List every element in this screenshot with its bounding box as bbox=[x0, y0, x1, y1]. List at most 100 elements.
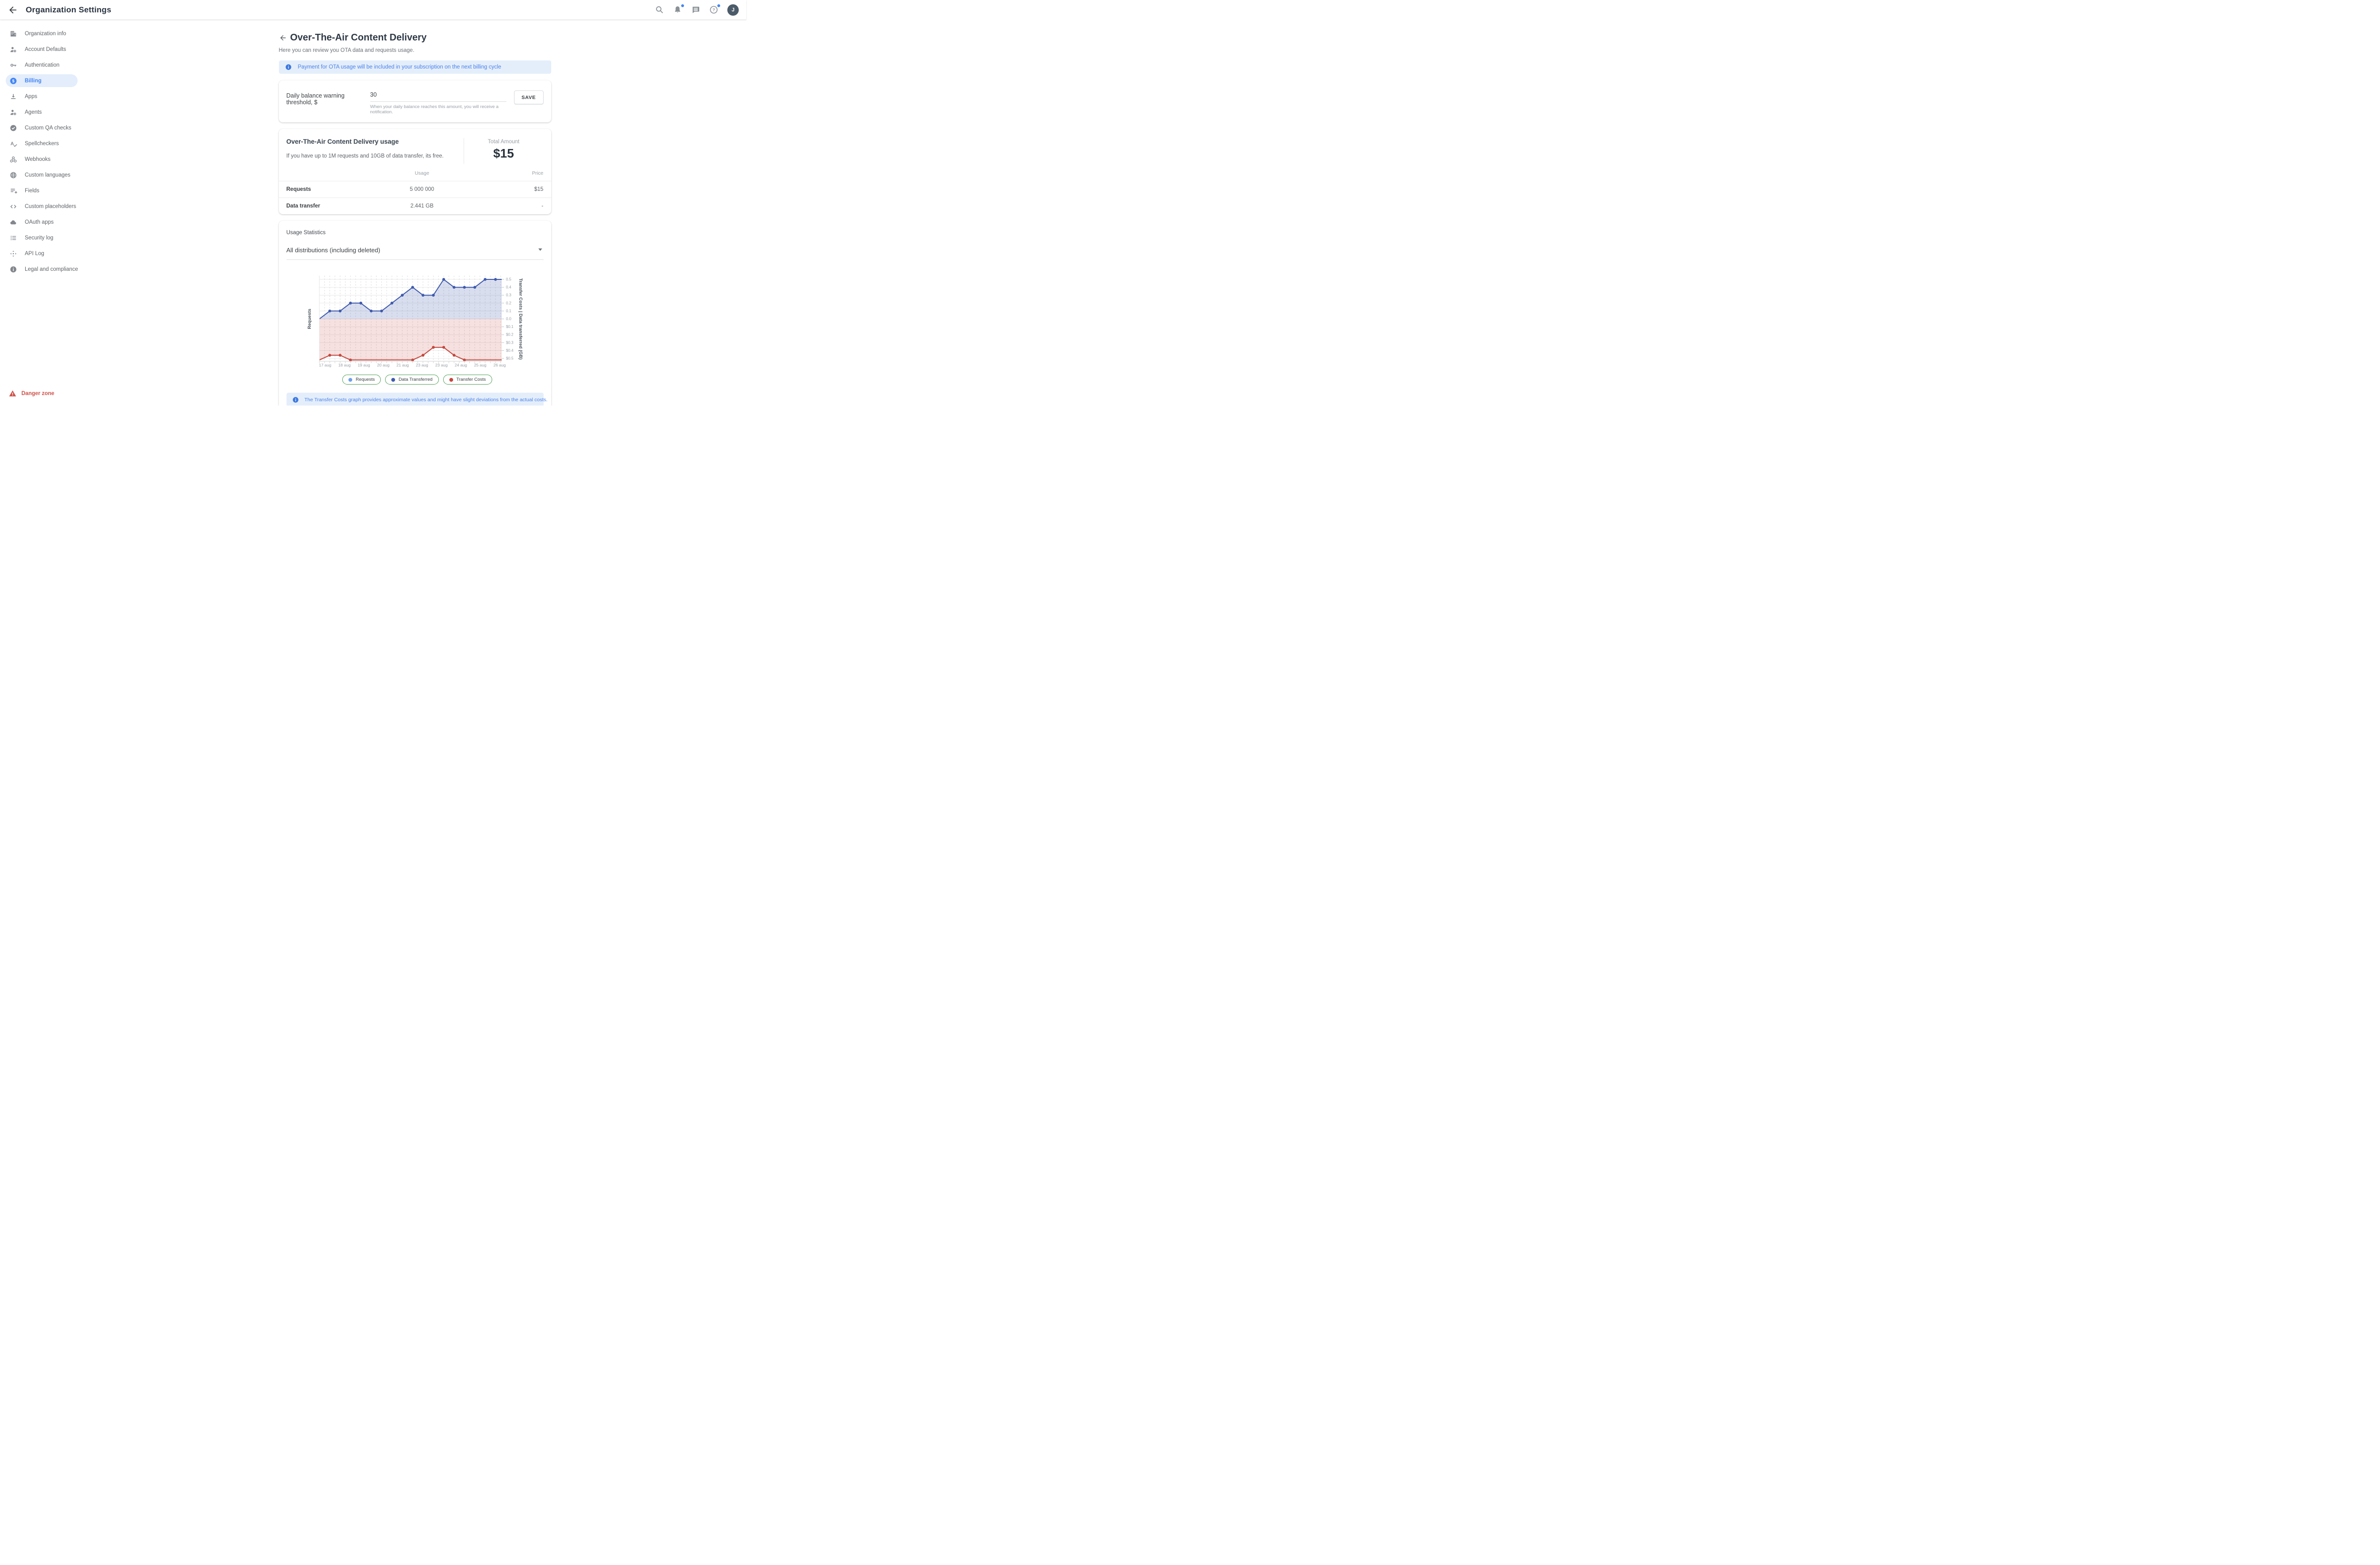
sidebar-item-label: Fields bbox=[25, 188, 40, 194]
sidebar-item-fields[interactable]: Fields bbox=[6, 184, 78, 197]
distribution-select[interactable]: All distributions (including deleted) bbox=[287, 246, 544, 260]
threshold-input[interactable] bbox=[370, 90, 506, 102]
usage-table-row-data-transfer: Data transfer2.441 GB- bbox=[279, 198, 551, 214]
sidebar-item-organization-info[interactable]: Organization info bbox=[6, 27, 78, 40]
sidebar: Organization info Account Defaults Authent… bbox=[0, 20, 83, 406]
sidebar-item-billing[interactable]: $Billing bbox=[6, 74, 78, 87]
legend-dot bbox=[348, 378, 352, 382]
svg-text:0.5: 0.5 bbox=[506, 277, 512, 282]
row-name: Data transfer bbox=[287, 203, 358, 209]
check-circle-icon bbox=[10, 124, 17, 132]
sidebar-item-label: Legal and compliance bbox=[25, 267, 78, 272]
legend-toggle-requests[interactable]: Requests bbox=[342, 375, 381, 385]
back-arrow-icon[interactable] bbox=[8, 5, 18, 15]
page-back-arrow-icon[interactable] bbox=[279, 34, 287, 42]
save-button[interactable]: SAVE bbox=[514, 90, 544, 104]
api-icon bbox=[10, 250, 17, 258]
sidebar-item-security-log[interactable]: Security log bbox=[6, 231, 78, 244]
legend-toggle-transfer-costs[interactable]: Transfer Costs bbox=[443, 375, 492, 385]
sidebar-item-label: Custom languages bbox=[25, 172, 70, 178]
row-name: Requests bbox=[287, 187, 358, 192]
chevron-down-icon bbox=[538, 248, 542, 251]
row-price: $15 bbox=[486, 187, 544, 192]
building-icon bbox=[10, 30, 17, 38]
threshold-input-wrap: When your daily balance reaches this amo… bbox=[370, 90, 506, 115]
svg-text:17 aug: 17 aug bbox=[318, 363, 331, 367]
total-amount-value: $15 bbox=[493, 146, 514, 161]
legend-dot bbox=[449, 378, 453, 382]
sidebar-item-apps[interactable]: Apps bbox=[6, 90, 78, 103]
sidebar-item-label: Billing bbox=[25, 78, 41, 84]
help-badge bbox=[717, 4, 721, 8]
help-icon[interactable]: ? bbox=[709, 5, 718, 14]
page-header: Over-The-Air Content Delivery bbox=[279, 32, 551, 43]
sidebar-item-custom-qa-checks[interactable]: Custom QA checks bbox=[6, 121, 78, 134]
sidebar-item-webhooks[interactable]: Webhooks bbox=[6, 153, 78, 166]
payment-info-text: Payment for OTA usage will be included i… bbox=[298, 64, 501, 70]
svg-text:A: A bbox=[10, 141, 14, 147]
usage-table-body: Requests5 000 000$15 Data transfer2.441 G… bbox=[279, 181, 551, 214]
transfer-costs-note-text: The Transfer Costs graph provides approx… bbox=[305, 397, 548, 403]
svg-text:Requests: Requests bbox=[307, 309, 312, 329]
chat-icon[interactable] bbox=[691, 5, 700, 14]
svg-text:$0.2: $0.2 bbox=[506, 333, 514, 337]
webhook-icon bbox=[10, 156, 17, 163]
svg-text:0.4: 0.4 bbox=[506, 285, 512, 289]
svg-text:0.2: 0.2 bbox=[506, 301, 512, 305]
legend-dot bbox=[391, 378, 395, 382]
info-icon bbox=[292, 396, 299, 403]
sidebar-item-agents[interactable]: Agents bbox=[6, 106, 78, 119]
legend-label: Data Transferred bbox=[398, 377, 432, 382]
danger-zone-button[interactable]: Danger zone bbox=[9, 389, 54, 397]
danger-zone-label: Danger zone bbox=[21, 391, 54, 396]
svg-text:$0.3: $0.3 bbox=[506, 340, 514, 345]
svg-text:23 aug: 23 aug bbox=[435, 363, 447, 367]
notifications-bell-icon[interactable] bbox=[673, 5, 682, 14]
usage-card: Over-The-Air Content Delivery usage If y… bbox=[279, 129, 551, 214]
total-amount-block: Total Amount $15 bbox=[464, 138, 544, 164]
sidebar-item-api-log[interactable]: API Log bbox=[6, 247, 78, 260]
sidebar-item-account-defaults[interactable]: Account Defaults bbox=[6, 43, 78, 56]
avatar[interactable]: J bbox=[727, 4, 739, 16]
topbar: Organization Settings ? J bbox=[0, 0, 746, 20]
sidebar-item-label: Organization info bbox=[25, 31, 66, 37]
sidebar-item-authentication[interactable]: Authentication bbox=[6, 59, 78, 71]
svg-text:Transfer Costs | Data transfer: Transfer Costs | Data transferred (GB) bbox=[518, 278, 523, 359]
key-icon bbox=[10, 61, 17, 69]
svg-text:23 aug: 23 aug bbox=[416, 363, 428, 367]
usage-chart-svg: 0.50.40.30.20.10.0$0.1$0.2$0.3$0.4$0.517… bbox=[306, 267, 529, 369]
usage-info: Over-The-Air Content Delivery usage If y… bbox=[287, 138, 464, 164]
svg-text:0.0: 0.0 bbox=[506, 317, 512, 321]
topbar-actions: ? J bbox=[655, 4, 739, 16]
search-icon[interactable] bbox=[655, 5, 664, 14]
row-price: - bbox=[486, 203, 544, 209]
statistics-card: Usage Statistics All distributions (incl… bbox=[279, 221, 551, 406]
legend-label: Requests bbox=[356, 377, 375, 382]
svg-text:$0.1: $0.1 bbox=[506, 325, 514, 329]
sidebar-item-legal-and-compliance[interactable]: Legal and compliance bbox=[6, 263, 78, 276]
chart-legend: Requests Data Transferred Transfer Costs bbox=[306, 375, 529, 385]
threshold-helper: When your daily balance reaches this amo… bbox=[370, 104, 506, 115]
sidebar-item-custom-languages[interactable]: Custom languages bbox=[6, 168, 78, 181]
person-gear-icon bbox=[10, 109, 17, 116]
legend-toggle-data-transferred[interactable]: Data Transferred bbox=[385, 375, 438, 385]
sidebar-item-spellcheckers[interactable]: ASpellcheckers bbox=[6, 137, 78, 150]
usage-card-top: Over-The-Air Content Delivery usage If y… bbox=[279, 129, 551, 168]
sidebar-item-oauth-apps[interactable]: OAuth apps bbox=[6, 216, 78, 228]
sidebar-item-label: Authentication bbox=[25, 62, 60, 68]
sidebar-item-label: Apps bbox=[25, 94, 37, 99]
sidebar-item-label: Custom QA checks bbox=[25, 125, 71, 131]
svg-text:21 aug: 21 aug bbox=[396, 363, 408, 367]
sidebar-item-label: Webhooks bbox=[25, 157, 50, 162]
sidebar-item-label: Custom placeholders bbox=[25, 204, 76, 209]
page-subtitle: Here you can review you OTA data and req… bbox=[279, 48, 551, 53]
info-circle-icon bbox=[10, 266, 17, 273]
statistics-title: Usage Statistics bbox=[287, 230, 544, 236]
sidebar-item-label: Agents bbox=[25, 109, 42, 115]
threshold-label: Daily balance warning threshold, $ bbox=[287, 90, 370, 106]
sidebar-item-label: OAuth apps bbox=[25, 219, 54, 225]
sidebar-item-custom-placeholders[interactable]: Custom placeholders bbox=[6, 200, 78, 213]
row-usage: 2.441 GB bbox=[358, 203, 486, 209]
globe-icon bbox=[10, 171, 17, 179]
row-usage: 5 000 000 bbox=[358, 187, 486, 192]
